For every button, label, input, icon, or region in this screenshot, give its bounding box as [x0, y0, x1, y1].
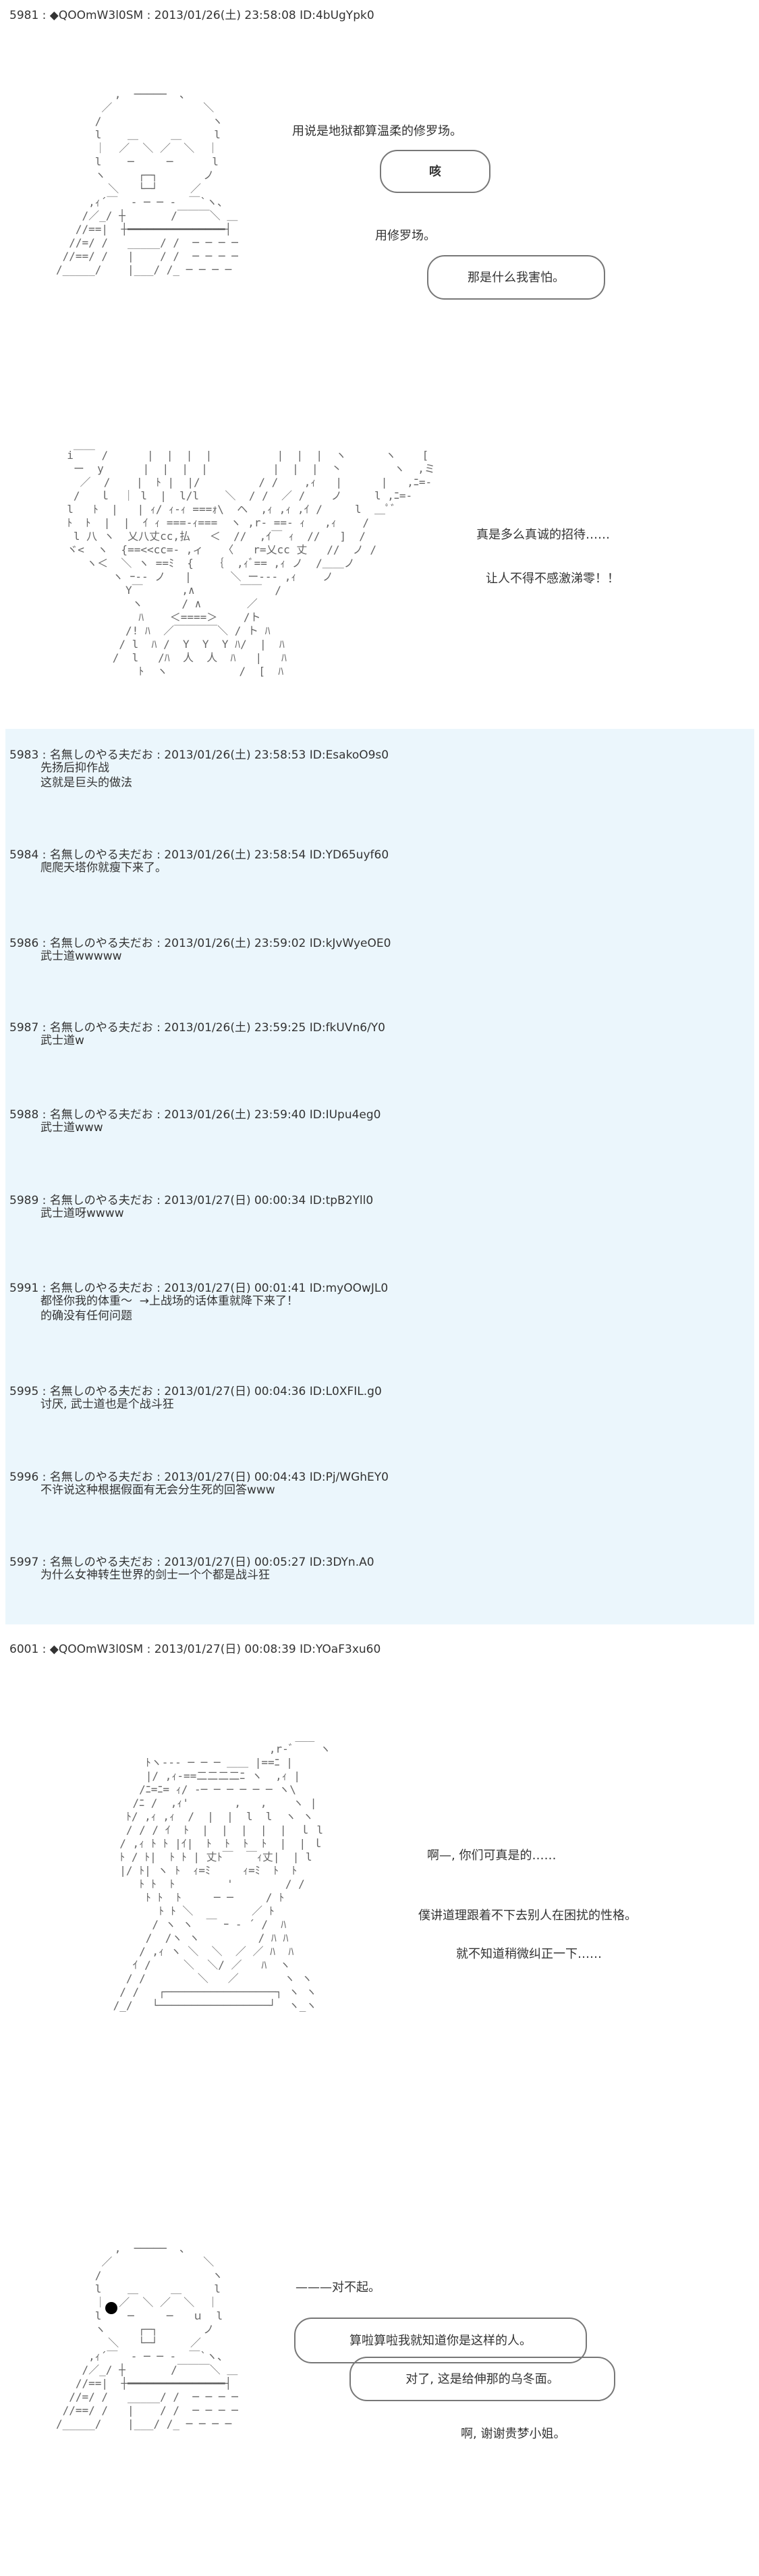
eye-mark [105, 2302, 117, 2314]
dialogue-line: 啊—, 你们可真是的…… [427, 1848, 557, 1863]
post-body: 不许说这种根据假面有无会分生死的回答www [40, 1483, 275, 1497]
post-body: 武士道呀wwww [40, 1207, 124, 1220]
post-6001: 6001 : ◆QOOmW3l0SM : 2013/01/27(日) 00:08… [5, 1624, 754, 2576]
post-header: 5986 : 名無しのやる夫だお : 2013/01/26(土) 23:59:0… [9, 937, 391, 950]
bubble-text: 对了, 这是给伸那的乌冬面。 [405, 2372, 559, 2386]
post-header: 5996 : 名無しのやる夫だお : 2013/01/27(日) 00:04:4… [9, 1471, 389, 1484]
dialogue-line: ———对不起。 [296, 2280, 381, 2295]
ascii-art-face: , ───── 、 ／ ＼ / ヽ l ＿ ＿ l ｜ ／ ＼ ／ ＼ ｜ l … [56, 88, 238, 276]
speech-bubble: 咳 [380, 150, 490, 193]
dialogue-line: 让人不得不感激涕零！！ [486, 572, 619, 586]
dialogue-line: 用修罗场。 [375, 229, 436, 243]
bubble-text: 算啦算啦我就知道你是这样的人。 [349, 2334, 532, 2348]
reply-section: 5983 : 名無しのやる夫だお : 2013/01/26(土) 23:58:5… [5, 729, 754, 1624]
bubble-text: 咳 [429, 165, 441, 179]
post-header: 5984 : 名無しのやる夫だお : 2013/01/26(土) 23:58:5… [9, 848, 389, 862]
post-body: 爬爬天塔你就瘦下来了。 [40, 861, 167, 875]
post-header: 5991 : 名無しのやる夫だお : 2013/01/27(日) 00:01:4… [9, 1282, 389, 1295]
post-body: 先扬后抑作战 这就是巨头的做法 [40, 761, 132, 790]
post-header: 5997 : 名無しのやる夫だお : 2013/01/27(日) 00:05:2… [9, 1556, 374, 1569]
post-header: 5987 : 名無しのやる夫だお : 2013/01/26(土) 23:59:2… [9, 1021, 385, 1035]
post-header: 5988 : 名無しのやる夫だお : 2013/01/26(土) 23:59:4… [9, 1108, 381, 1122]
post-header: 6001 : ◆QOOmW3l0SM : 2013/01/27(日) 00:08… [9, 1643, 381, 1656]
dialogue-line: 真是多么真诚的招待…… [476, 528, 610, 542]
post-body: 为什么女神转生世界的剑士一个个都是战斗狂 [40, 1568, 270, 1582]
bubble-text: 那是什么我害怕。 [468, 271, 565, 285]
ascii-art-swords: i￣￣ / | | | | | | | ヽ ヽ [ ー y | | | | | … [67, 449, 435, 678]
post-body: 讨厌, 武士道也是个战斗狂 [40, 1398, 174, 1411]
post-body: 武士道wwwww [40, 950, 122, 963]
ascii-art-face: , ───── 、 ／ ＼ / ヽ l ＿ ＿ l ｜ ／ ＼ ／ ＼ ｜ l … [56, 2242, 238, 2430]
post-body: 武士道w [40, 1034, 84, 1047]
ascii-art-girl: ___ ,r‐ﾞ ヽ ﾄヽ-‐‐ ─ ─ ─ ＿＿ |==ﾆ | |/ ,ｨ-=… [113, 1729, 331, 2012]
post-body: 武士道www [40, 1121, 103, 1134]
dialogue-line: 僕讲道理跟着不下去别人在困扰的性格。 [418, 1909, 637, 1923]
post-header: 5989 : 名無しのやる夫だお : 2013/01/27(日) 00:00:3… [9, 1194, 374, 1207]
post-header: 5983 : 名無しのやる夫だお : 2013/01/26(土) 23:58:5… [9, 748, 389, 762]
post-header: 5981 : ◆QOOmW3l0SM : 2013/01/26(土) 23:58… [9, 9, 374, 22]
post-5981: 5981 : ◆QOOmW3l0SM : 2013/01/26(土) 23:58… [5, 0, 754, 729]
post-body: 都怪你我的体重～ →上战场的话体重就降下来了！ 的确没有任何问题 [40, 1294, 299, 1323]
dialogue-line: 啊, 谢谢贵梦小姐。 [461, 2427, 566, 2441]
speech-bubble: 对了, 这是给伸那的乌冬面。 [349, 2357, 615, 2401]
post-header: 5995 : 名無しのやる夫だお : 2013/01/27(日) 00:04:3… [9, 1385, 382, 1398]
dialogue-line: 就不知道稍微纠正一下…… [456, 1947, 602, 1961]
dialogue-line: 用说是地狱都算温柔的修罗场。 [292, 124, 462, 138]
speech-bubble: 那是什么我害怕。 [427, 255, 605, 300]
